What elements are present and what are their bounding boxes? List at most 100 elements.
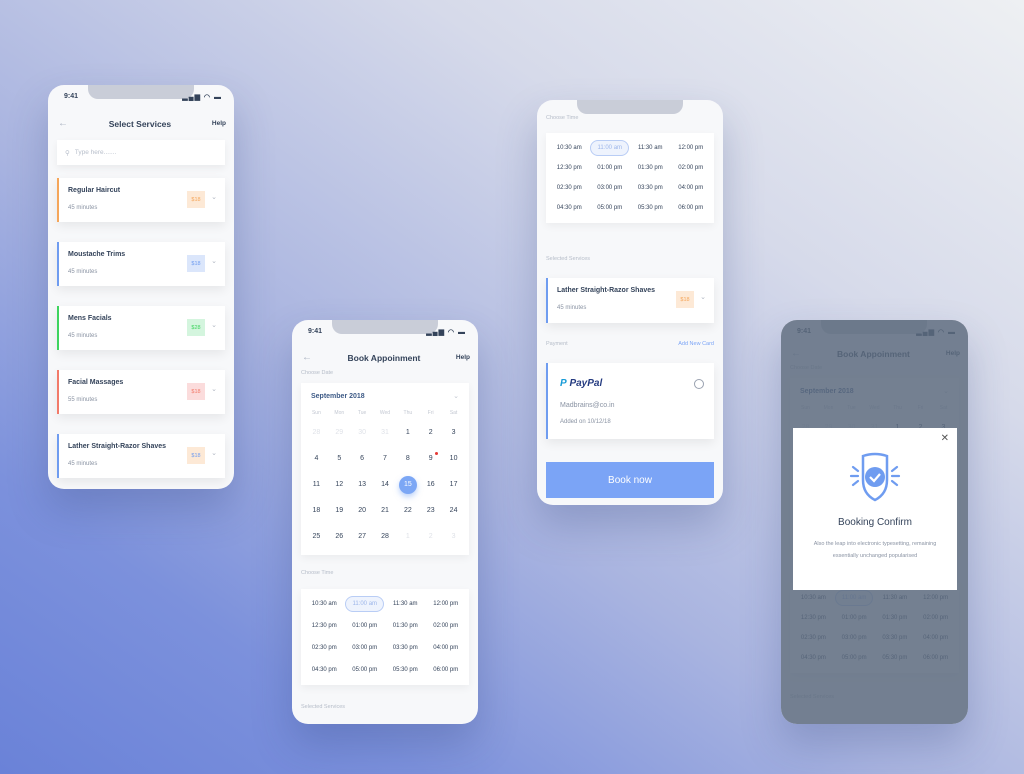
calendar-day[interactable]: 18 — [305, 498, 328, 524]
calendar-day[interactable]: 8 — [396, 446, 419, 472]
time-slot[interactable]: 06:00 pm — [426, 661, 467, 679]
time-slot[interactable]: 04:30 pm — [549, 199, 590, 217]
calendar-day[interactable]: 26 — [328, 524, 351, 550]
phone-booking-confirm: 9:41▂▄▆ ◠ ▬ ← Book Appoinment Help Choos… — [781, 320, 968, 724]
service-name: Moustache Trims — [68, 251, 126, 258]
calendar-day[interactable]: 27 — [351, 524, 374, 550]
calendar-day[interactable]: 25 — [305, 524, 328, 550]
time-slot[interactable]: 01:00 pm — [345, 617, 386, 635]
time-slot[interactable]: 02:30 pm — [304, 639, 345, 657]
time-slot[interactable]: 11:30 am — [385, 595, 426, 613]
time-slot[interactable]: 05:30 pm — [385, 661, 426, 679]
chevron-down-icon[interactable]: ⌄ — [211, 257, 217, 265]
search-input[interactable] — [74, 149, 163, 156]
chevron-down-icon[interactable]: ⌄ — [211, 385, 217, 393]
time-slot[interactable]: 05:30 pm — [630, 199, 671, 217]
selected-service-card[interactable]: Lather Straight-Razor Shaves 45 minutes … — [546, 278, 714, 323]
calendar-day[interactable]: 30 — [351, 420, 374, 446]
calendar-day[interactable]: 31 — [374, 420, 397, 446]
back-arrow-icon[interactable]: ← — [58, 118, 68, 129]
time-slot[interactable]: 05:00 pm — [345, 661, 386, 679]
time-slot[interactable]: 12:30 pm — [549, 159, 590, 177]
calendar-day[interactable]: 11 — [305, 472, 328, 498]
time-slot[interactable]: 10:30 am — [549, 139, 590, 157]
page-title: Select Services — [108, 118, 172, 129]
calendar-day[interactable]: 28 — [374, 524, 397, 550]
time-slot[interactable]: 11:00 am — [345, 595, 386, 613]
time-slot[interactable]: 12:00 pm — [671, 139, 712, 157]
time-slot[interactable]: 05:00 pm — [590, 199, 631, 217]
calendar-day[interactable]: 12 — [328, 472, 351, 498]
calendar-day[interactable]: 13 — [351, 472, 374, 498]
time-slot[interactable]: 03:00 pm — [345, 639, 386, 657]
calendar-day[interactable]: 17 — [442, 472, 465, 498]
calendar-day[interactable]: 5 — [328, 446, 351, 472]
chevron-down-icon[interactable]: ⌄ — [211, 321, 217, 329]
day-number: 23 — [426, 507, 435, 514]
payment-radio[interactable] — [694, 379, 704, 389]
month-label[interactable]: September 2018 — [311, 393, 365, 400]
calendar-day[interactable]: 16 — [419, 472, 442, 498]
time-slot[interactable]: 12:30 pm — [304, 617, 345, 635]
time-slot[interactable]: 04:30 pm — [304, 661, 345, 679]
calendar-day[interactable]: 23 — [419, 498, 442, 524]
service-card[interactable]: Mens Facials 45 minutes $28 ⌄ — [57, 306, 225, 350]
calendar-day[interactable]: 21 — [374, 498, 397, 524]
calendar-day[interactable]: 3 — [442, 524, 465, 550]
calendar-day[interactable]: 29 — [328, 420, 351, 446]
close-icon[interactable]: ✕ — [941, 433, 949, 444]
calendar-day[interactable]: 15 — [396, 472, 419, 498]
paypal-card[interactable]: P PayPal Madbrains@co.in Added on 10/12/… — [546, 363, 714, 439]
calendar-day[interactable]: 3 — [442, 420, 465, 446]
chevron-down-icon[interactable]: ⌄ — [700, 293, 706, 301]
time-slot[interactable]: 03:30 pm — [630, 179, 671, 197]
calendar-day[interactable]: 2 — [419, 420, 442, 446]
time-slot[interactable]: 02:30 pm — [549, 179, 590, 197]
paypal-logo: P PayPal — [560, 378, 603, 389]
day-number: 21 — [381, 507, 389, 514]
time-slot[interactable]: 10:30 am — [304, 595, 345, 613]
time-slot[interactable]: 03:00 pm — [590, 179, 631, 197]
book-now-button[interactable]: Book now — [546, 462, 714, 498]
help-link[interactable]: Help — [456, 354, 470, 361]
day-number: 18 — [312, 507, 321, 514]
help-link[interactable]: Help — [212, 120, 226, 127]
calendar-day[interactable]: 20 — [351, 498, 374, 524]
time-slot[interactable]: 04:00 pm — [671, 179, 712, 197]
time-slot[interactable]: 01:00 pm — [590, 159, 631, 177]
service-card[interactable]: Facial Massages 55 minutes $18 ⌄ — [57, 370, 225, 414]
time-slot[interactable]: 01:30 pm — [385, 617, 426, 635]
calendar-day[interactable]: 14 — [374, 472, 397, 498]
chevron-down-icon[interactable]: ⌄ — [211, 449, 217, 457]
calendar-day[interactable]: 4 — [305, 446, 328, 472]
time-slot[interactable]: 11:30 am — [630, 139, 671, 157]
time-slot[interactable]: 02:00 pm — [426, 617, 467, 635]
time-slot[interactable]: 06:00 pm — [671, 199, 712, 217]
add-new-card-link[interactable]: Add New Card — [678, 341, 714, 347]
service-card[interactable]: Lather Straight-Razor Shaves 45 minutes $1… — [57, 434, 225, 478]
calendar-day[interactable]: 1 — [396, 420, 419, 446]
calendar-day[interactable]: 28 — [305, 420, 328, 446]
service-card[interactable]: Moustache Trims 45 minutes $18 ⌄ — [57, 242, 225, 286]
calendar-day[interactable]: 10 — [442, 446, 465, 472]
time-slot[interactable]: 03:30 pm — [385, 639, 426, 657]
chevron-down-icon[interactable]: ⌄ — [211, 193, 217, 201]
time-slot[interactable]: 02:00 pm — [671, 159, 712, 177]
calendar-day[interactable]: 24 — [442, 498, 465, 524]
calendar-day[interactable]: 6 — [351, 446, 374, 472]
chevron-down-icon[interactable]: ⌄ — [453, 392, 459, 400]
calendar-day[interactable]: 19 — [328, 498, 351, 524]
time-slot[interactable]: 11:00 am — [590, 139, 631, 157]
time-slot[interactable]: 04:00 pm — [426, 639, 467, 657]
notch — [577, 100, 683, 114]
time-label: 01:00 pm — [352, 623, 378, 629]
calendar-day[interactable]: 7 — [374, 446, 397, 472]
calendar-day[interactable]: 9 — [419, 446, 442, 472]
calendar-day[interactable]: 22 — [396, 498, 419, 524]
time-slot[interactable]: 01:30 pm — [630, 159, 671, 177]
time-slot[interactable]: 12:00 pm — [426, 595, 467, 613]
back-arrow-icon[interactable]: ← — [302, 352, 312, 363]
service-card[interactable]: Regular Haircut 45 minutes $18 ⌄ — [57, 178, 225, 222]
calendar-day[interactable]: 1 — [396, 524, 419, 550]
calendar-day[interactable]: 2 — [419, 524, 442, 550]
